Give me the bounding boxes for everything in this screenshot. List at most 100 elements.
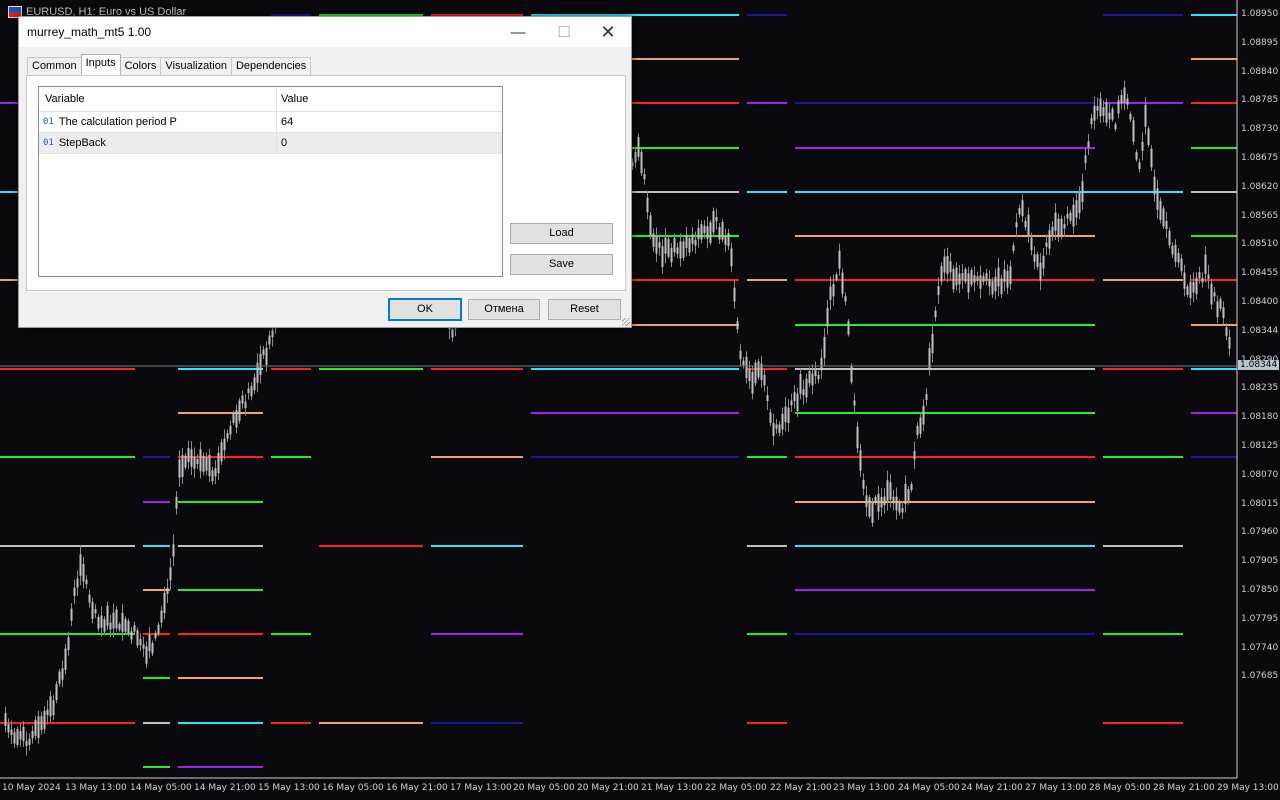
int-type-icon: 01 — [43, 117, 54, 127]
time-label: 24 May 21:00 — [961, 783, 1023, 793]
maximize-icon[interactable]: ☐ — [541, 17, 587, 47]
candle-body — [1033, 254, 1036, 262]
candle-body — [1138, 162, 1141, 170]
candle-body — [805, 378, 808, 398]
candle-body — [187, 447, 190, 462]
minimize-icon[interactable]: — — [495, 17, 541, 47]
candle-body — [1072, 204, 1075, 227]
resize-grip-icon[interactable] — [622, 318, 630, 326]
candle-body — [139, 639, 142, 646]
candle-body — [991, 281, 994, 295]
candle-body — [994, 276, 997, 292]
candle-body — [238, 400, 241, 421]
candle-body — [52, 700, 55, 716]
candle-body — [82, 564, 85, 582]
tab-common[interactable]: Common — [27, 57, 82, 75]
time-label: 21 May 13:00 — [641, 783, 703, 793]
candle-body — [931, 333, 934, 354]
candle-body — [253, 377, 256, 391]
candle-body — [1090, 118, 1093, 125]
dialog-titlebar[interactable]: murrey_math_mt5 1.00 — ☐ ✕ — [19, 17, 631, 47]
candle-body — [1120, 94, 1123, 104]
candle-body — [22, 726, 25, 742]
candle-body — [133, 625, 136, 632]
candle-body — [175, 497, 178, 509]
candle-body — [637, 137, 640, 157]
price-label: 1.08455 — [1241, 268, 1279, 279]
time-label: 20 May 05:00 — [513, 783, 575, 793]
candle-body — [859, 450, 862, 471]
header-value[interactable]: Value — [277, 87, 308, 111]
candle-body — [676, 247, 679, 254]
price-label: 1.08950 — [1241, 9, 1279, 19]
candle-body — [1000, 278, 1003, 295]
candle-body — [988, 279, 991, 287]
candle-body — [1177, 252, 1180, 263]
candle-body — [1219, 299, 1222, 309]
candle-body — [778, 424, 781, 433]
candle-body — [25, 741, 28, 747]
tab-visualization[interactable]: Visualization — [160, 57, 232, 75]
candle-body — [985, 273, 988, 281]
candle-body — [964, 269, 967, 282]
candle-body — [877, 493, 880, 512]
candle-body — [814, 369, 817, 377]
candle-body — [115, 609, 118, 629]
candle-body — [709, 222, 712, 244]
candle-body — [982, 275, 985, 282]
current-price-badge: 1.08344 — [1238, 360, 1280, 370]
candle-body — [694, 239, 697, 246]
candle-body — [1153, 176, 1156, 195]
candle-body — [697, 227, 700, 240]
candle-body — [757, 361, 760, 378]
table-row[interactable]: 01 StepBack 0 — [39, 133, 502, 154]
candle-body — [928, 348, 931, 370]
candle-body — [241, 395, 244, 404]
candle-body — [217, 452, 220, 474]
save-button[interactable]: Save — [510, 254, 613, 275]
candle-body — [1108, 112, 1111, 120]
candle-body — [55, 684, 58, 701]
tab-inputs[interactable]: Inputs — [80, 54, 121, 75]
tab-colors[interactable]: Colors — [119, 57, 162, 75]
header-variable[interactable]: Variable — [39, 87, 277, 111]
candle-body — [763, 374, 766, 386]
candle-body — [28, 738, 31, 745]
value-cell[interactable]: 0 — [277, 133, 287, 153]
candle-body — [682, 241, 685, 258]
ok-button[interactable]: OK — [388, 298, 462, 321]
cancel-button[interactable]: Отмена — [468, 299, 540, 320]
candle-body — [937, 286, 940, 295]
reset-button[interactable]: Reset — [548, 299, 621, 320]
candle-body — [793, 392, 796, 401]
candle-body — [967, 273, 970, 293]
candle-body — [883, 496, 886, 506]
candle-body — [745, 356, 748, 379]
candle-body — [226, 433, 229, 439]
variable-name: StepBack — [58, 137, 106, 149]
candle-body — [847, 321, 850, 335]
candle-body — [901, 508, 904, 513]
value-cell[interactable]: 64 — [277, 112, 293, 132]
load-button[interactable]: Load — [510, 223, 613, 244]
candle-body — [1117, 100, 1120, 114]
candle-body — [922, 405, 925, 425]
candle-body — [1036, 254, 1039, 267]
candle-body — [886, 480, 889, 501]
candle-body — [1123, 87, 1126, 103]
candle-body — [1099, 98, 1102, 117]
candle-body — [685, 234, 688, 249]
table-row[interactable]: 01 The calculation period P 64 — [39, 112, 502, 133]
candle-body — [970, 270, 973, 285]
candle-body — [223, 438, 226, 451]
close-icon[interactable]: ✕ — [585, 17, 631, 47]
time-label: 28 May 05:00 — [1089, 783, 1151, 793]
candle-body — [157, 624, 160, 635]
tab-dependencies[interactable]: Dependencies — [230, 57, 312, 75]
variable-cell: 01 The calculation period P — [39, 112, 277, 132]
candle-body — [235, 410, 238, 428]
candle-body — [1159, 200, 1162, 220]
price-label: 1.08840 — [1241, 66, 1279, 77]
candle-body — [817, 374, 820, 380]
candle-body — [1093, 105, 1096, 121]
